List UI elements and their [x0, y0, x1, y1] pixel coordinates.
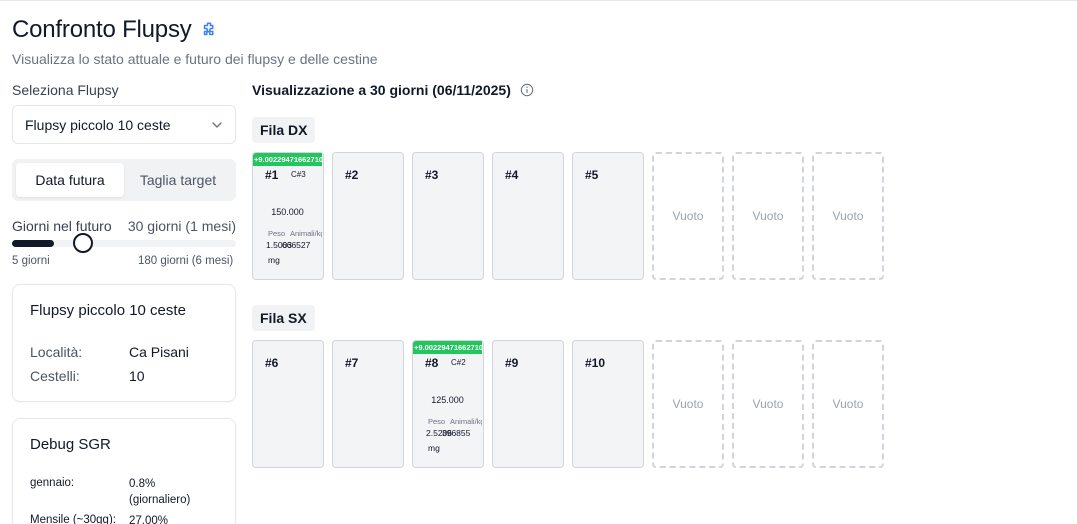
debug-sgr-card: Debug SGR gennaio: 0.8% (giornaliero) Me… — [12, 418, 236, 524]
days-slider-label: Giorni nel futuro — [12, 218, 112, 234]
peso-label: Peso — [268, 229, 286, 238]
visualization-title-text: Visualizzazione a 30 giorni (06/11/2025) — [252, 82, 511, 98]
basket-number: #6 — [265, 356, 279, 370]
animali-label: Animali/kg — [290, 229, 322, 238]
page-title: Confronto Flupsy — [12, 16, 192, 43]
empty-slot-label: Vuoto — [832, 397, 864, 411]
basket-slot-empty[interactable]: Vuoto — [652, 152, 724, 280]
animali-label: Animali/kg — [450, 417, 482, 426]
animali-value: 396855 — [442, 428, 471, 438]
cycle-code: C#2 — [451, 358, 466, 367]
growth-badge: +9.00229471662710 — [413, 341, 482, 354]
sgr-month-value: 0.8% (giornaliero) — [129, 476, 190, 508]
mode-tabs: Data futura Taglia target — [12, 159, 236, 201]
tab-taglia-target[interactable]: Taglia target — [124, 163, 232, 197]
basket-number: #8 — [425, 356, 439, 370]
flupsy-info-card: Flupsy piccolo 10 ceste Località: Ca Pis… — [12, 284, 236, 402]
animal-count: 125.000 — [431, 395, 464, 405]
days-slider-fill — [12, 240, 54, 247]
basket-number: #1 — [265, 168, 279, 182]
sgr-month-rate-note: (giornaliero) — [129, 494, 191, 506]
basket-slot-empty[interactable]: Vuoto — [812, 152, 884, 280]
info-baskets-value: 10 — [129, 368, 145, 384]
peso-unit: mg — [428, 443, 440, 453]
basket-slot[interactable]: #2 — [332, 152, 404, 280]
animal-count: 150.000 — [271, 207, 304, 217]
sgr-monthly-key: Mensile (~30gg): — [30, 514, 116, 524]
debug-sgr-title: Debug SGR — [30, 436, 111, 453]
basket-number: #9 — [505, 356, 519, 370]
flupsy-info-title: Flupsy piccolo 10 ceste — [30, 302, 186, 319]
basket-number: #5 — [585, 168, 599, 182]
flupsy-select[interactable]: Flupsy piccolo 10 ceste — [12, 105, 236, 144]
empty-slot-label: Vuoto — [672, 397, 704, 411]
growth-badge: +9.00229471662710 — [253, 153, 322, 166]
top-divider — [0, 0, 1077, 4]
days-slider-max: 180 giorni (6 mesi) — [138, 255, 234, 267]
basket-number: #10 — [585, 356, 606, 370]
basket-slot-empty[interactable]: Vuoto — [812, 340, 884, 468]
sgr-month-key: gennaio: — [30, 477, 75, 489]
basket-slot[interactable]: #6 — [252, 340, 324, 468]
sgr-monthly-value: 27.00% — [129, 515, 169, 524]
days-slider[interactable] — [12, 233, 236, 253]
basket-slot[interactable]: #4 — [492, 152, 564, 280]
basket-slot-empty[interactable]: Vuoto — [732, 152, 804, 280]
basket-slot-empty[interactable]: Vuoto — [732, 340, 804, 468]
cycle-code: C#3 — [291, 170, 306, 179]
basket-number: #4 — [505, 168, 519, 182]
basket-number: #2 — [345, 168, 359, 182]
peso-unit: mg — [268, 255, 280, 265]
row-label: Fila SX — [252, 305, 315, 331]
basket-slot[interactable]: #7 — [332, 340, 404, 468]
empty-slot-label: Vuoto — [752, 397, 784, 411]
basket-slot[interactable]: #5 — [572, 152, 644, 280]
basket-slot[interactable]: #3 — [412, 152, 484, 280]
sgr-month-rate: 0.8% — [129, 478, 156, 490]
basket-slot[interactable]: #8 +9.00229471662710 C#2 125.000 Peso Animali… — [412, 340, 484, 468]
basket-slot[interactable]: #10 — [572, 340, 644, 468]
page-header: Confronto Flupsy — [12, 16, 218, 44]
visualization-title: Visualizzazione a 30 giorni (06/11/2025) — [252, 82, 534, 98]
days-slider-min: 5 giorni — [12, 255, 50, 267]
info-baskets-key: Cestelli: — [30, 368, 80, 384]
empty-slot-label: Vuoto — [752, 209, 784, 223]
flupsy-select-value: Flupsy piccolo 10 ceste — [25, 116, 171, 133]
chevron-down-icon — [212, 121, 222, 128]
select-flupsy-label: Seleziona Flupsy — [12, 82, 119, 98]
animali-value: 666527 — [282, 240, 311, 250]
peso-label: Peso — [428, 417, 446, 426]
days-slider-value: 30 giorni (1 mesi) — [127, 218, 236, 234]
basket-slot-empty[interactable]: Vuoto — [652, 340, 724, 468]
basket-number: #7 — [345, 356, 359, 370]
puzzle-icon — [203, 22, 214, 36]
info-location-key: Località: — [30, 344, 83, 360]
info-location-value: Ca Pisani — [129, 344, 189, 360]
page-subtitle: Visualizza lo stato attuale e futuro dei… — [12, 51, 378, 67]
basket-slot[interactable]: #1 +9.00229471662710 C#3 150.000 Peso Animali… — [252, 152, 324, 280]
tab-data-futura[interactable]: Data futura — [16, 163, 124, 197]
empty-slot-label: Vuoto — [672, 209, 704, 223]
info-icon[interactable] — [520, 83, 534, 97]
basket-number: #3 — [425, 168, 439, 182]
days-slider-thumb[interactable] — [73, 233, 93, 253]
empty-slot-label: Vuoto — [832, 209, 864, 223]
basket-slot[interactable]: #9 — [492, 340, 564, 468]
row-label: Fila DX — [252, 117, 316, 143]
